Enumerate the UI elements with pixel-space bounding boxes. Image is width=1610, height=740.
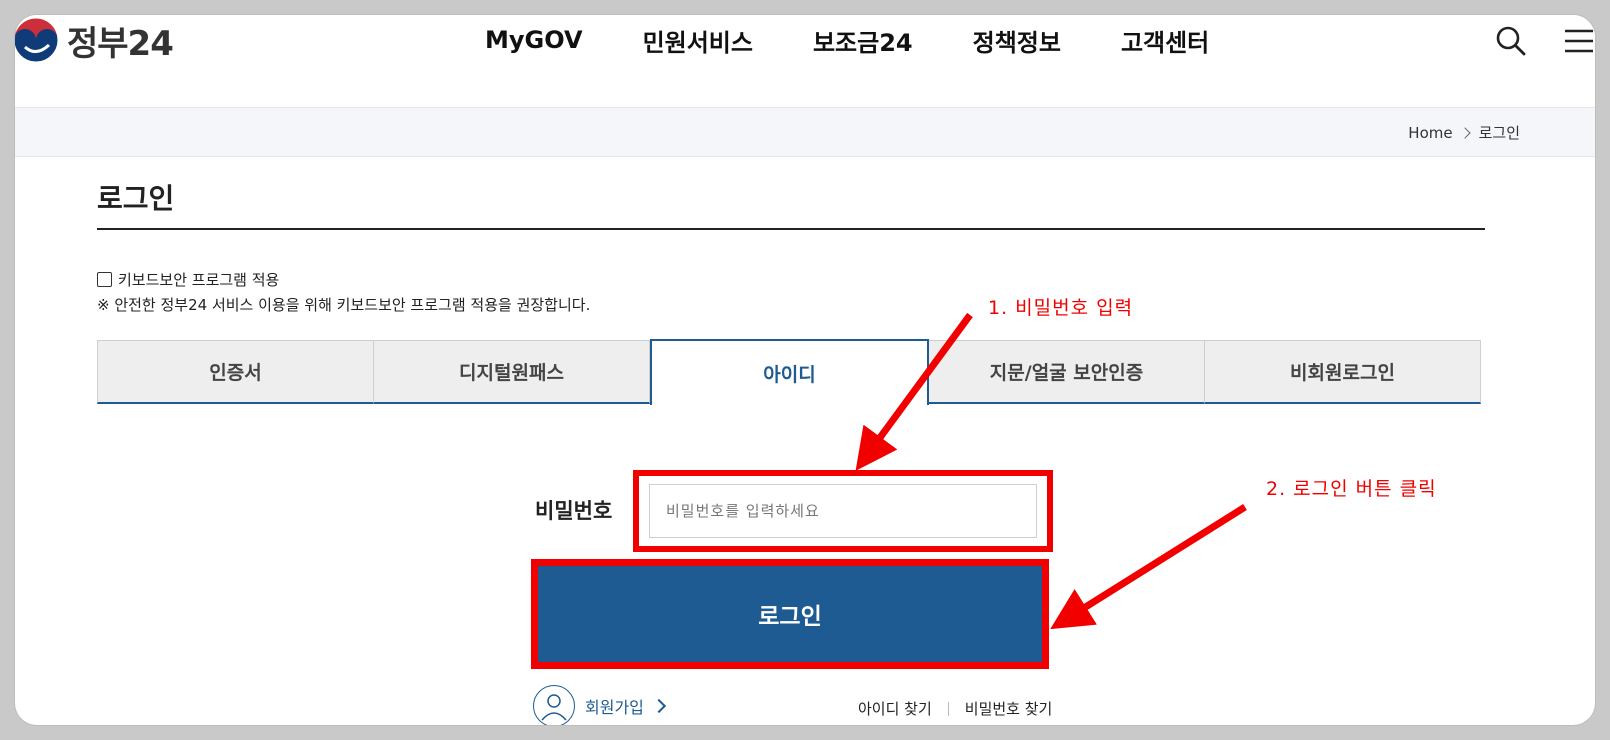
nav-item-civil-services[interactable]: 민원서비스 [643, 23, 753, 58]
find-password-link[interactable]: 비밀번호 찾기 [965, 698, 1053, 719]
breadcrumb-bar: Home 로그인 [15, 107, 1595, 157]
keyboard-security-option[interactable]: 키보드보안 프로그램 적용 [97, 269, 279, 290]
logo-text: 정부24 [67, 23, 174, 64]
login-method-tabs: 인증서 디지털원패스 아이디 지문/얼굴 보안인증 비회원로그인 [97, 339, 1481, 405]
breadcrumb-home[interactable]: Home [1408, 124, 1452, 142]
chevron-right-icon [651, 698, 666, 714]
login-highlight-box: 로그인 [531, 559, 1049, 669]
taegeuk-logo-icon [15, 17, 59, 63]
user-avatar-icon [533, 685, 575, 725]
tab-biometric-auth[interactable]: 지문/얼굴 보안인증 [929, 340, 1205, 404]
signup-link[interactable]: 회원가입 [533, 685, 666, 725]
breadcrumb-current: 로그인 [1478, 124, 1520, 142]
tab-digital-onepass[interactable]: 디지털원패스 [374, 340, 650, 404]
browser-viewport: 정부24 MyGOV 민원서비스 보조금24 정책정보 고객센터 Home 로그… [15, 15, 1595, 725]
keyboard-security-checkbox[interactable] [97, 272, 112, 287]
find-account-links: 아이디 찾기 비밀번호 찾기 [858, 698, 1052, 719]
nav-item-subsidy24[interactable]: 보조금24 [813, 23, 913, 58]
main-nav: MyGOV 민원서비스 보조금24 정책정보 고객센터 [485, 15, 1209, 65]
keyboard-security-label: 키보드보안 프로그램 적용 [118, 271, 280, 289]
find-id-link[interactable]: 아이디 찾기 [858, 698, 932, 719]
keyboard-security-note: ※ 안전한 정부24 서비스 이용을 위해 키보드보안 프로그램 적용을 권장합… [97, 296, 591, 314]
chevron-right-icon [1458, 126, 1471, 139]
nav-item-policy-info[interactable]: 정책정보 [973, 23, 1061, 58]
tab-non-member-login[interactable]: 비회원로그인 [1205, 340, 1481, 404]
title-divider [97, 228, 1485, 230]
nav-item-customer-center[interactable]: 고객센터 [1121, 23, 1209, 58]
signup-label: 회원가입 [585, 698, 644, 717]
password-input[interactable] [649, 484, 1037, 538]
password-highlight-box [633, 470, 1053, 552]
breadcrumb: Home 로그인 [1408, 122, 1520, 143]
search-icon[interactable] [1495, 25, 1527, 57]
annotation-step1: 1. 비밀번호 입력 [988, 297, 1134, 319]
login-button[interactable]: 로그인 [538, 566, 1042, 662]
nav-item-mygov[interactable]: MyGOV [485, 26, 583, 54]
annotation-step2: 2. 로그인 버튼 클릭 [1266, 478, 1437, 500]
hamburger-menu-icon[interactable] [1563, 25, 1595, 57]
tab-certificate[interactable]: 인증서 [97, 340, 374, 404]
link-divider [947, 701, 949, 716]
tab-id[interactable]: 아이디 [650, 339, 929, 405]
site-logo[interactable]: 정부24 [15, 15, 174, 65]
site-header: 정부24 MyGOV 민원서비스 보조금24 정책정보 고객센터 [15, 15, 1595, 107]
page-title: 로그인 [97, 182, 175, 215]
password-label: 비밀번호 [535, 499, 613, 523]
